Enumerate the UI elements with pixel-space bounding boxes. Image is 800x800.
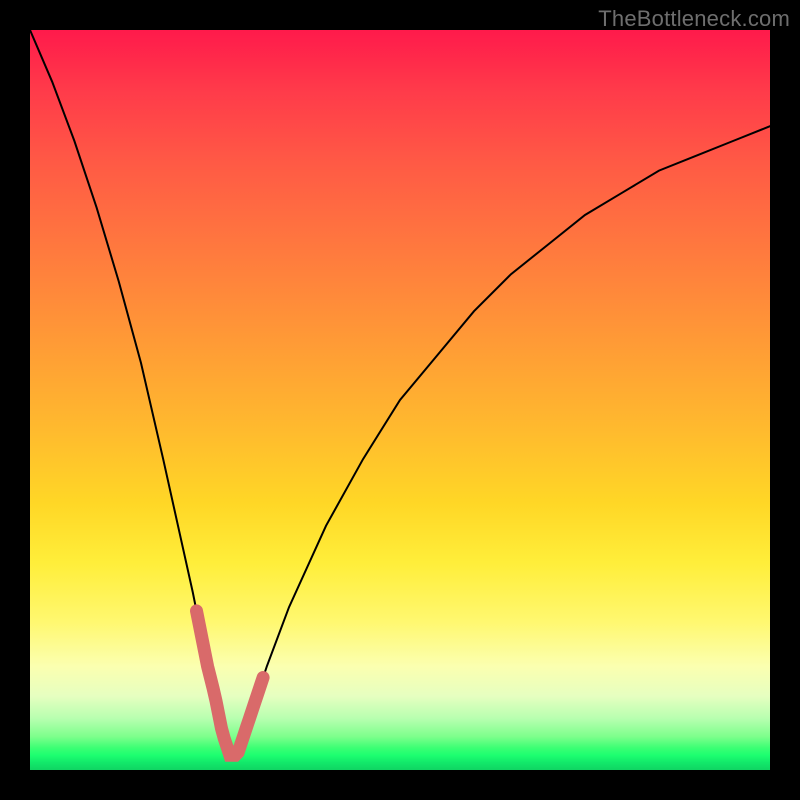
plot-background-gradient [30, 30, 770, 770]
chart-stage: TheBottleneck.com [0, 0, 800, 800]
bottleneck-curve [30, 30, 770, 755]
bottleneck-curve-highlight [197, 611, 264, 755]
bottleneck-curve-svg [30, 30, 770, 770]
watermark-text: TheBottleneck.com [598, 6, 790, 32]
